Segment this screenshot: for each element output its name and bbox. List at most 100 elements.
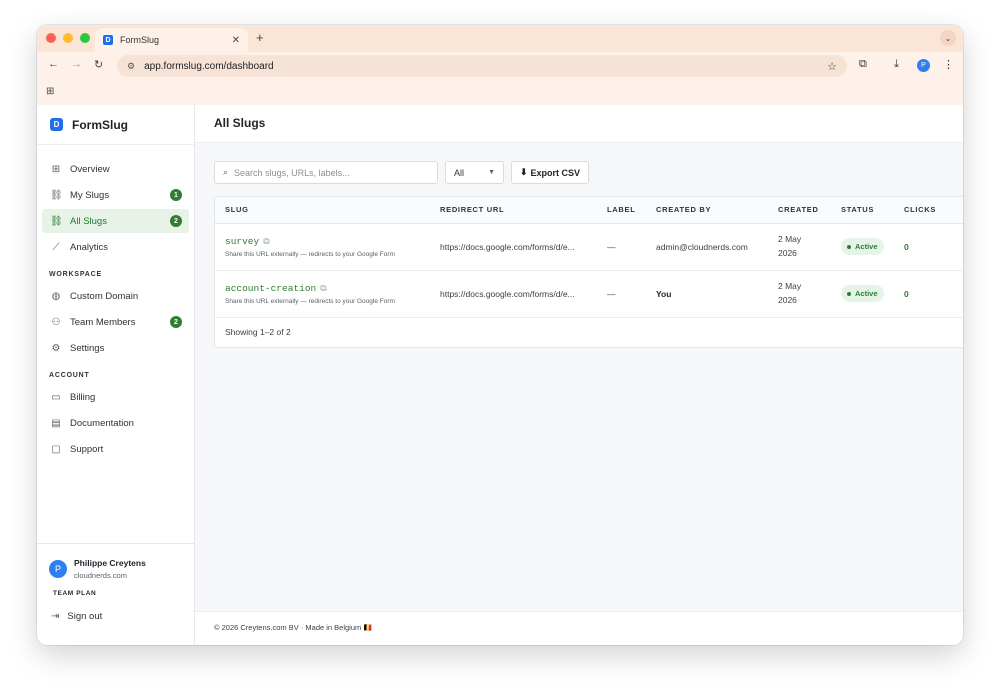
slugs-table-card: SLUG REDIRECT URL LABEL CREATED BY CREAT… — [214, 196, 963, 348]
label-cell: — — [597, 270, 646, 318]
maximize-window-button[interactable] — [80, 33, 90, 43]
slug-text[interactable]: survey — [225, 236, 259, 247]
sidebar: D FormSlug ⊞ Overview ⛓ My Slugs 1 ⛓ All… — [37, 105, 195, 645]
address-bar[interactable]: ⚙ app.formslug.com/dashboard ☆ — [117, 55, 847, 77]
copy-icon[interactable]: ⧉ — [263, 236, 269, 247]
page-header: All Slugs — [195, 105, 963, 143]
apps-grid-icon[interactable]: ⊞ — [46, 86, 54, 97]
sign-out-label: Sign out — [67, 611, 103, 622]
count-badge: 1 — [170, 189, 182, 201]
column-header-redirect-url[interactable]: REDIRECT URL — [430, 197, 597, 224]
clicks-cell: 0 — [894, 223, 963, 271]
column-header-created[interactable]: CREATED — [768, 197, 831, 224]
back-arrow-icon[interactable]: ← — [48, 58, 59, 70]
slug-name: survey ⧉ — [225, 236, 420, 247]
tab-title: FormSlug — [120, 35, 160, 45]
section-label-account: ACCOUNT — [49, 372, 90, 379]
browser-window: D FormSlug ✕ + ⌄ ← → ↻ ⚙ app.formslug.co… — [37, 25, 963, 645]
column-header-status[interactable]: STATUS — [831, 197, 894, 224]
sidebar-item-support[interactable]: ▢ Support — [42, 437, 189, 461]
slugs-table: SLUG REDIRECT URL LABEL CREATED BY CREAT… — [215, 197, 963, 318]
chevron-down-icon: ▼ — [488, 169, 495, 176]
sidebar-item-settings[interactable]: ⚙ Settings — [42, 336, 189, 360]
site-info-icon[interactable]: ⚙ — [127, 61, 135, 72]
gear-icon: ⚙ — [51, 342, 61, 354]
status-filter-select[interactable]: All ▼ — [445, 161, 504, 184]
status-cell: Active — [831, 223, 894, 271]
sidebar-item-all-slugs[interactable]: ⛓ All Slugs 2 — [42, 209, 189, 233]
clicks-cell: 0 — [894, 270, 963, 318]
tab-bar: D FormSlug ✕ + ⌄ — [37, 25, 963, 52]
table-row[interactable]: survey ⧉ Share this URL externally — red… — [215, 223, 963, 271]
brand[interactable]: D FormSlug — [37, 105, 194, 145]
avatar: P — [49, 560, 67, 578]
user-domain: cloudnerds.com — [74, 571, 127, 580]
slug-text[interactable]: account-creation — [225, 283, 316, 294]
redirect-url-cell[interactable]: https://docs.google.com/forms/d/e... — [430, 270, 597, 318]
section-label-workspace: WORKSPACE — [49, 271, 102, 278]
sidebar-item-label: Support — [70, 443, 104, 455]
browser-tab[interactable]: D FormSlug ✕ — [95, 28, 248, 52]
forward-arrow-icon[interactable]: → — [71, 58, 82, 70]
browser-menu-icon[interactable]: ⋮ — [943, 58, 954, 71]
sidebar-item-team-members[interactable]: ⚇ Team Members 2 — [42, 310, 189, 334]
chart-icon: ⟋ — [52, 241, 60, 253]
tab-close-icon[interactable]: ✕ — [232, 35, 240, 46]
search-placeholder: Search slugs, URLs, labels... — [234, 167, 350, 178]
user-profile[interactable]: P Philippe Creytens cloudnerds.com — [37, 558, 194, 580]
redirect-url-cell[interactable]: https://docs.google.com/forms/d/e... — [430, 223, 597, 271]
globe-icon: ◍ — [51, 290, 61, 302]
sidebar-item-label: Documentation — [70, 417, 134, 429]
document-icon: ▤ — [51, 417, 61, 429]
download-arrow-icon: ⬇ — [520, 167, 528, 177]
minimize-window-button[interactable] — [63, 33, 73, 43]
close-window-button[interactable] — [46, 33, 56, 43]
slug-help-text: Share this URL externally — redirects to… — [225, 250, 395, 258]
window-controls — [46, 33, 90, 43]
sidebar-item-label: Billing — [70, 391, 96, 403]
column-header-clicks[interactable]: CLICKS — [894, 197, 963, 224]
main-content: All Slugs ⌕ Search slugs, URLs, labels..… — [195, 105, 963, 645]
column-header-label[interactable]: LABEL — [597, 197, 646, 224]
sidebar-item-billing[interactable]: ▭ Billing — [42, 385, 189, 409]
brand-name: FormSlug — [72, 117, 128, 132]
app-root: D FormSlug ⊞ Overview ⛓ My Slugs 1 ⛓ All… — [37, 105, 963, 645]
reload-icon[interactable]: ↻ — [94, 58, 103, 71]
slug-name: account-creation ⧉ — [225, 283, 420, 294]
sidebar-item-documentation[interactable]: ▤ Documentation — [42, 411, 189, 435]
table-header-row: SLUG REDIRECT URL LABEL CREATED BY CREAT… — [215, 197, 963, 224]
favicon-icon: D — [103, 35, 113, 45]
extensions-icon[interactable]: ⧉ — [859, 58, 867, 71]
plan-label: TEAM PLAN — [53, 590, 97, 597]
profile-avatar[interactable]: P — [917, 59, 930, 72]
filter-bar: ⌕ Search slugs, URLs, labels... All ▼ ⬇ … — [214, 161, 590, 184]
users-icon: ⚇ — [51, 316, 61, 328]
sign-out-button[interactable]: ⇥ Sign out — [37, 597, 194, 622]
created-date: 2 May — [778, 280, 802, 291]
export-csv-button[interactable]: ⬇ Export CSV — [511, 161, 590, 184]
slug-help-text: Share this URL externally — redirects to… — [225, 297, 395, 305]
copy-icon[interactable]: ⧉ — [320, 283, 326, 294]
column-header-slug[interactable]: SLUG — [215, 197, 430, 224]
search-input[interactable]: ⌕ Search slugs, URLs, labels... — [214, 161, 438, 184]
created-cell: 2 May 2026 — [768, 270, 831, 318]
status-cell: Active — [831, 270, 894, 318]
column-header-created-by[interactable]: CREATED BY — [646, 197, 768, 224]
new-tab-button[interactable]: + — [256, 30, 264, 45]
sidebar-item-overview[interactable]: ⊞ Overview — [42, 157, 189, 181]
sidebar-item-analytics[interactable]: ⟋ Analytics — [42, 235, 189, 259]
table-row[interactable]: account-creation ⧉ Share this URL extern… — [215, 270, 963, 318]
tab-search-icon[interactable]: ⌄ — [940, 30, 956, 46]
link-icon: ⛓ — [50, 215, 63, 227]
status-text: Active — [855, 289, 878, 298]
sidebar-item-my-slugs[interactable]: ⛓ My Slugs 1 — [42, 183, 189, 207]
download-icon[interactable]: ⤓ — [894, 58, 899, 71]
status-text: Active — [855, 242, 878, 251]
sidebar-item-custom-domain[interactable]: ◍ Custom Domain — [42, 284, 189, 308]
browser-chrome: D FormSlug ✕ + ⌄ ← → ↻ ⚙ app.formslug.co… — [37, 25, 963, 105]
sidebar-item-label: Analytics — [70, 241, 109, 253]
bookmark-star-icon[interactable]: ☆ — [827, 60, 837, 73]
sidebar-item-label: Team Members — [70, 316, 136, 328]
export-label: Export CSV — [530, 167, 581, 178]
sign-out-icon: ⇥ — [51, 611, 60, 622]
